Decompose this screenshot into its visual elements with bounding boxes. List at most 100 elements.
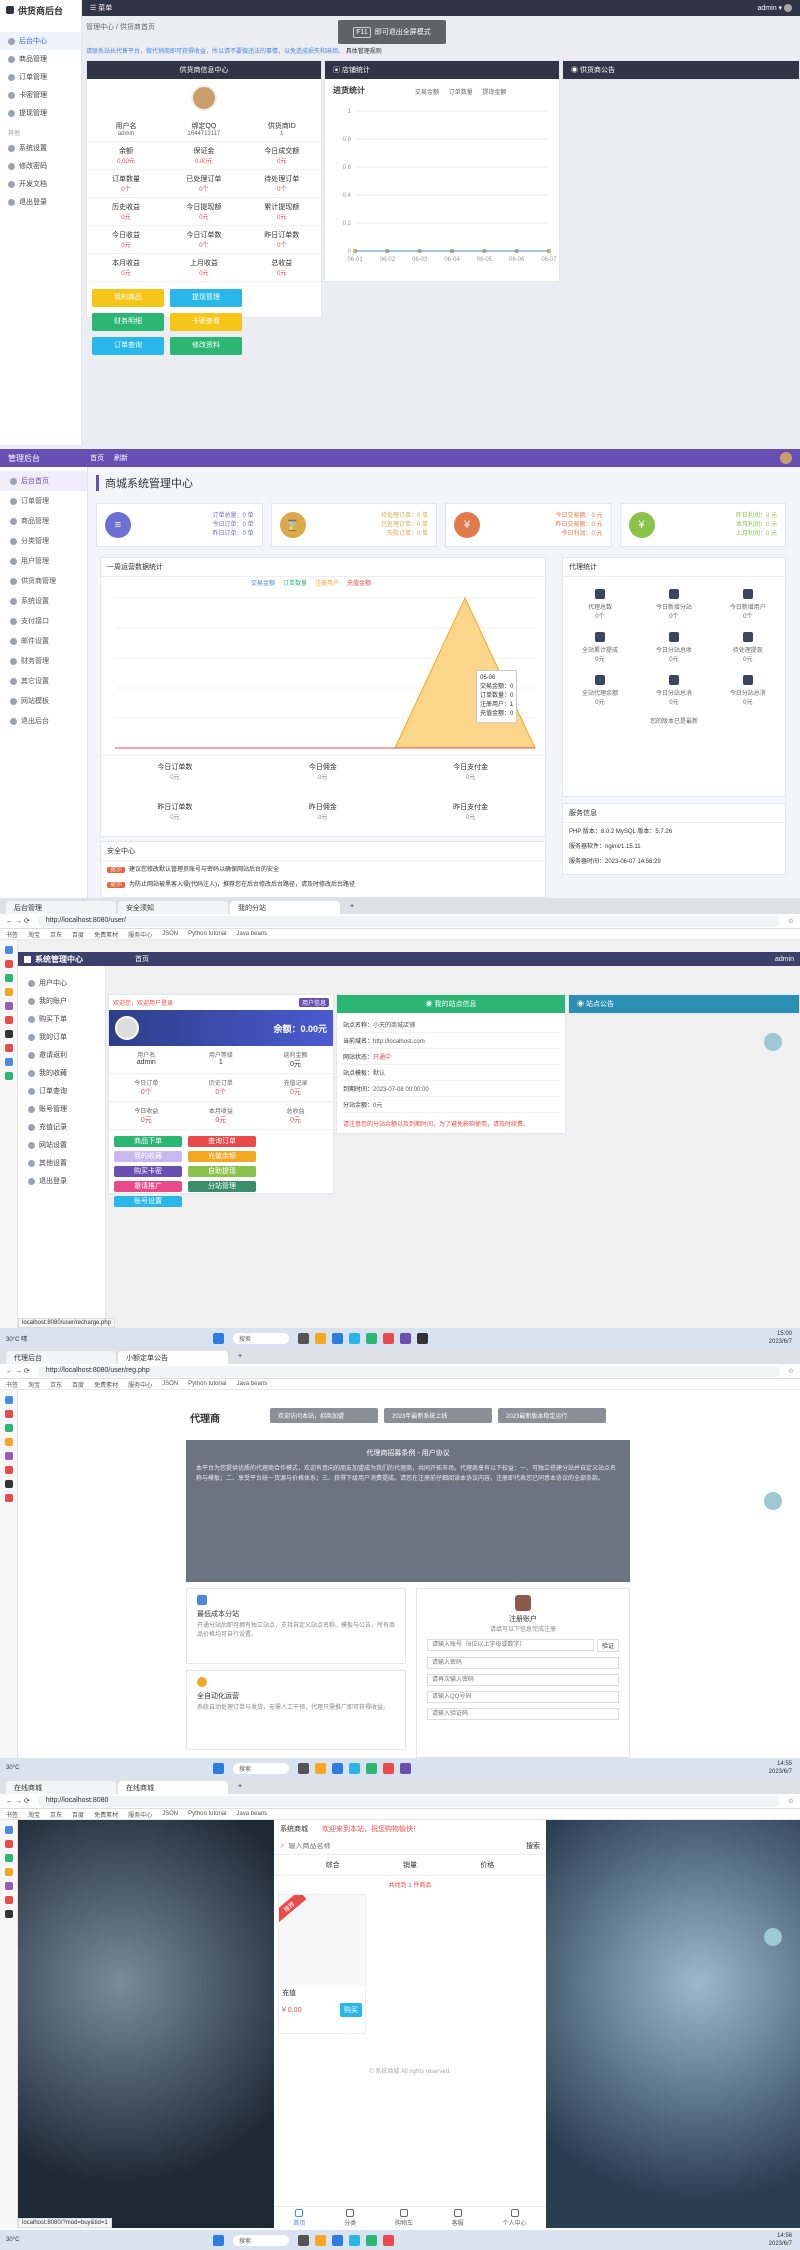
mascot-icon[interactable] (764, 1033, 782, 1051)
action-button[interactable]: 我的商品 (92, 289, 164, 307)
menu-item[interactable]: 退出后台 (0, 711, 87, 731)
bookmark-item[interactable]: 淘宝 (28, 1380, 40, 1389)
menu-item[interactable]: 商品管理 (0, 511, 87, 531)
browser-tab[interactable]: 安全须知 (118, 901, 228, 914)
menu-item[interactable]: 订单管理 (0, 491, 87, 511)
nav-item[interactable]: 个人中心 (503, 2208, 527, 2227)
bookmark-item[interactable]: 百度 (72, 930, 84, 939)
menu-item[interactable]: 修改密码 (0, 157, 81, 175)
menu-item[interactable]: 其他设置 (18, 1154, 105, 1172)
mascot-icon[interactable] (764, 1492, 782, 1510)
app-icon[interactable] (315, 1332, 326, 1344)
rail-icon[interactable] (4, 1854, 13, 1862)
bookmark-item[interactable]: 服务中心 (128, 1380, 152, 1389)
rail-icon[interactable] (4, 974, 13, 982)
weather-widget[interactable]: 30°C 晴 (6, 1334, 27, 1343)
browser-tab[interactable]: 小额定单公告 (118, 1351, 228, 1364)
app-icon[interactable] (332, 1332, 343, 1344)
forward-icon[interactable]: → (15, 918, 22, 925)
marquee-item[interactable]: 欢迎访问本站，招商加盟 (270, 1408, 378, 1423)
legend-item[interactable]: 订单数量 (283, 581, 307, 587)
buy-button[interactable]: 购买 (340, 2003, 362, 2017)
action-button[interactable]: 提现管理 (170, 289, 242, 307)
rail-icon[interactable] (4, 1030, 13, 1038)
menu-item[interactable]: 邀请返利 (18, 1046, 105, 1064)
action-button[interactable]: 订单查询 (92, 337, 164, 355)
taskbar-search[interactable]: 搜索 (233, 1762, 289, 1774)
new-tab-button[interactable]: + (230, 1781, 246, 1794)
rail-icon[interactable] (4, 1424, 13, 1432)
rail-icon[interactable] (4, 1396, 13, 1404)
start-icon[interactable] (213, 2234, 224, 2246)
user-action-button[interactable]: 商品下单 (114, 1136, 182, 1147)
mascot-icon[interactable] (764, 1928, 782, 1946)
rail-icon[interactable] (4, 1826, 13, 1834)
reload-icon[interactable]: ⟳ (24, 1367, 30, 1375)
menu-item[interactable]: 分类管理 (0, 531, 87, 551)
rail-icon[interactable] (4, 988, 13, 996)
user-action-button[interactable]: 账号设置 (114, 1196, 182, 1207)
rail-icon[interactable] (4, 1896, 13, 1904)
rail-icon[interactable] (4, 1480, 13, 1488)
menu-item[interactable]: 提现管理 (0, 104, 81, 122)
rail-icon[interactable] (4, 1868, 13, 1876)
rail-icon[interactable] (4, 1058, 13, 1066)
browser-tab[interactable]: 在线商城 (6, 1781, 116, 1794)
star-icon[interactable]: ☆ (788, 1797, 794, 1805)
user-menu[interactable]: admin (775, 956, 794, 963)
marquee-item[interactable]: 2023最新版本稳定运行 (498, 1408, 606, 1423)
menu-item[interactable]: 其它设置 (0, 671, 87, 691)
menu-item[interactable]: 购买下单 (18, 1010, 105, 1028)
legend-withdraw[interactable]: 提现金额 (482, 90, 506, 96)
legend-orders[interactable]: 订单数量 (449, 90, 473, 96)
menu-item[interactable]: 网站设置 (18, 1136, 105, 1154)
home-link[interactable]: 首页 (135, 954, 149, 964)
bookmark-item[interactable]: JSON (162, 1381, 178, 1387)
bookmark-item[interactable]: 京东 (50, 1810, 62, 1819)
app-icon[interactable] (332, 1762, 343, 1774)
user-action-button[interactable]: 充值余额 (188, 1151, 256, 1162)
taskbar-search[interactable]: 搜索 (233, 1332, 289, 1344)
url-input[interactable]: http://localhost:8080 (37, 1795, 780, 1807)
bookmark-item[interactable]: 书签 (6, 1380, 18, 1389)
bookmark-item[interactable]: 百度 (72, 1810, 84, 1819)
app-icon[interactable] (315, 2234, 326, 2246)
app-icon[interactable] (349, 1762, 360, 1774)
bookmark-item[interactable]: 书签 (6, 930, 18, 939)
refresh-link[interactable]: 刷新 (114, 453, 128, 463)
new-tab-button[interactable]: + (342, 901, 358, 914)
bookmark-item[interactable]: JSON (162, 931, 178, 937)
rail-icon[interactable] (4, 1044, 13, 1052)
menu-item[interactable]: 后台中心 (0, 32, 81, 50)
menu-item[interactable]: 充值记录 (18, 1118, 105, 1136)
register-input[interactable] (427, 1691, 619, 1703)
action-button[interactable]: 财务明细 (92, 313, 164, 331)
rail-icon[interactable] (4, 1452, 13, 1460)
browser-tab[interactable]: 代理后台 (6, 1351, 116, 1364)
nav-item[interactable]: 首页 (293, 2208, 305, 2227)
rail-icon[interactable] (4, 1016, 13, 1024)
bookmark-item[interactable]: 服务中心 (128, 930, 152, 939)
rail-icon[interactable] (4, 1002, 13, 1010)
marquee-item[interactable]: 2023年最新系统上线 (384, 1408, 492, 1423)
app-icon[interactable] (400, 1332, 411, 1344)
legend-item[interactable]: 充值金额 (347, 581, 371, 587)
url-input[interactable]: http://localhost:8080/user/reg.php (37, 1365, 780, 1377)
register-input[interactable] (427, 1639, 594, 1651)
breadcrumb-home[interactable]: 管理中心 (86, 24, 114, 31)
user-action-button[interactable]: 自助提现 (188, 1166, 256, 1177)
brand-logo[interactable]: 供货商后台 (0, 0, 81, 20)
user-action-button[interactable]: 查询订单 (188, 1136, 256, 1147)
browser-tab[interactable]: 在线商城 (118, 1781, 228, 1794)
action-button[interactable]: 修改资料 (170, 337, 242, 355)
bookmark-item[interactable]: 书签 (6, 1810, 18, 1819)
rail-icon[interactable] (4, 946, 13, 954)
user-action-button[interactable]: 邀请推广 (114, 1181, 182, 1192)
back-icon[interactable]: ← (6, 918, 13, 925)
user-action-button[interactable]: 我的收藏 (114, 1151, 182, 1162)
brand-name[interactable]: 管理后台 (8, 453, 90, 464)
bookmark-item[interactable]: Java beans (236, 1811, 267, 1817)
menu-item[interactable]: 卡密管理 (0, 86, 81, 104)
site-logo[interactable]: 代理商 (190, 1410, 220, 1425)
avatar[interactable] (780, 452, 792, 464)
